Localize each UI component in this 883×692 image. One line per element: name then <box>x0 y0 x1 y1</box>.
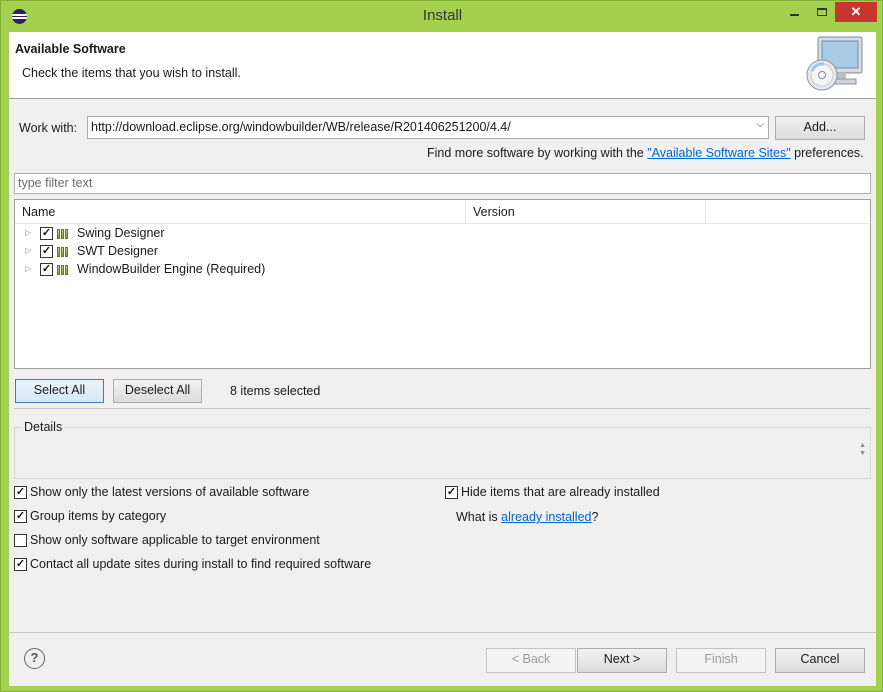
work-with-url: http://download.eclipse.org/windowbuilde… <box>91 120 511 134</box>
what-is-prefix: What is <box>456 510 502 524</box>
window-title: Install <box>422 7 463 24</box>
feature-label: SWT Designer <box>77 244 159 258</box>
applicable-only-checkbox[interactable] <box>14 534 27 547</box>
feature-icon <box>57 264 72 275</box>
minimize-button[interactable] <box>783 2 805 22</box>
back-button[interactable]: < Back <box>486 648 576 673</box>
feature-checkbox[interactable]: ✓ <box>40 245 53 258</box>
group-by-category-checkbox[interactable]: ✓ <box>14 510 27 523</box>
find-more-prefix: Find more software by working with the <box>427 146 648 160</box>
contact-sites-label: Contact all update sites during install … <box>30 557 372 571</box>
add-site-button[interactable]: Add... <box>775 116 865 140</box>
work-with-label: Work with: <box>19 121 78 135</box>
applicable-only-label: Show only software applicable to target … <box>30 533 320 547</box>
wizard-banner: Available Software Check the items that … <box>9 32 876 99</box>
help-icon[interactable]: ? <box>24 648 45 669</box>
footer-divider <box>9 632 876 633</box>
details-group: ▲ ▼ <box>14 427 871 479</box>
what-is-suffix: ? <box>591 510 599 524</box>
feature-icon <box>57 246 72 257</box>
already-installed-link[interactable]: already installed <box>501 510 591 524</box>
selection-count: 8 items selected <box>230 384 321 398</box>
close-icon: ✕ <box>850 4 862 19</box>
group-by-category-label: Group items by category <box>30 509 167 523</box>
feature-label: WindowBuilder Engine (Required) <box>77 262 266 276</box>
column-name-header[interactable]: Name <box>15 200 466 224</box>
expand-arrow-icon[interactable]: ▷ <box>25 228 31 237</box>
latest-versions-label: Show only the latest versions of availab… <box>30 485 310 499</box>
find-more-suffix: preferences. <box>790 146 864 160</box>
page-title: Available Software <box>15 42 126 56</box>
latest-versions-checkbox[interactable]: ✓ <box>14 486 27 499</box>
tree-row[interactable]: ▷ ✓ WindowBuilder Engine (Required) <box>15 261 870 279</box>
deselect-all-button[interactable]: Deselect All <box>113 379 202 403</box>
page-description: Check the items that you wish to install… <box>22 66 241 80</box>
title-bar[interactable]: Install ✕ <box>1 1 883 32</box>
maximize-button[interactable] <box>811 2 833 22</box>
feature-icon <box>57 228 72 239</box>
expand-arrow-icon[interactable]: ▷ <box>25 264 31 273</box>
divider <box>14 408 871 409</box>
hide-installed-label: Hide items that are already installed <box>461 485 660 499</box>
dialog-client-area: Available Software Check the items that … <box>9 32 876 686</box>
chevron-down-icon[interactable]: ⌵ <box>756 119 764 130</box>
tree-row[interactable]: ▷ ✓ Swing Designer <box>15 225 870 243</box>
install-cd-computer-icon <box>806 36 863 91</box>
software-tree[interactable]: Name Version ▷ ✓ Swing Designer ▷ ✓ SWT … <box>14 199 871 369</box>
hide-installed-checkbox[interactable]: ✓ <box>445 486 458 499</box>
find-more-text: Find more software by working with the "… <box>427 146 864 160</box>
finish-button[interactable]: Finish <box>676 648 766 673</box>
select-all-button[interactable]: Select All <box>15 379 104 403</box>
tree-row[interactable]: ▷ ✓ SWT Designer <box>15 243 870 261</box>
maximize-icon <box>817 7 827 16</box>
filter-input[interactable]: type filter text <box>14 173 871 194</box>
details-label: Details <box>22 420 65 434</box>
feature-label: Swing Designer <box>77 226 165 240</box>
details-scrollbar[interactable]: ▲ ▼ <box>859 442 866 458</box>
next-button[interactable]: Next > <box>577 648 667 673</box>
available-software-sites-link[interactable]: "Available Software Sites" <box>647 146 790 160</box>
contact-sites-checkbox[interactable]: ✓ <box>14 558 27 571</box>
feature-checkbox[interactable]: ✓ <box>40 263 53 276</box>
expand-arrow-icon[interactable]: ▷ <box>25 246 31 255</box>
install-window: Install ✕ Available Software Check the i… <box>0 0 883 692</box>
work-with-combo[interactable]: http://download.eclipse.org/windowbuilde… <box>87 116 769 139</box>
cancel-button[interactable]: Cancel <box>775 648 865 673</box>
close-button[interactable]: ✕ <box>835 2 877 22</box>
column-version-header[interactable]: Version <box>466 200 706 224</box>
minimize-icon <box>789 13 799 16</box>
what-is-installed-text: What is already installed? <box>456 510 598 524</box>
feature-checkbox[interactable]: ✓ <box>40 227 53 240</box>
tree-header: Name Version <box>15 200 870 224</box>
